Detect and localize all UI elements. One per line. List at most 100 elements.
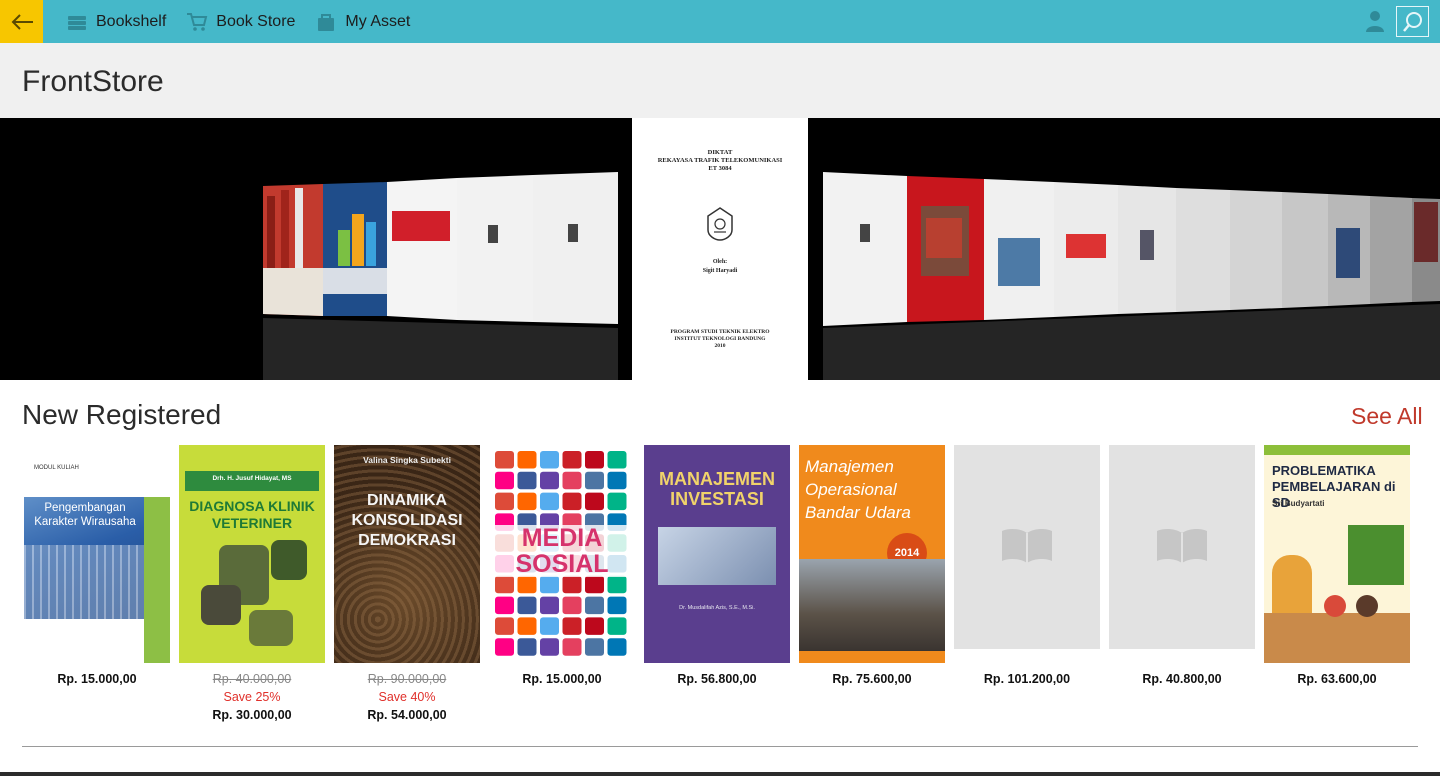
book-cover[interactable]: MEDIA SOSIAL bbox=[489, 445, 635, 663]
social-tile bbox=[540, 451, 559, 469]
social-tile bbox=[585, 451, 604, 469]
book-cover[interactable]: Drh. H. Jusuf Hidayat, MS DIAGNOSA KLINI… bbox=[179, 445, 325, 663]
price-block: Rp. 90.000,00 Save 40% Rp. 54.000,00 bbox=[334, 670, 480, 724]
search-icon bbox=[1402, 11, 1422, 32]
social-tile bbox=[585, 617, 604, 635]
social-tile bbox=[607, 451, 627, 469]
discount-label: Save 40% bbox=[378, 690, 436, 704]
search-button[interactable] bbox=[1396, 6, 1429, 37]
social-tile bbox=[562, 471, 582, 490]
book-cover[interactable]: Manajemen Operasional Bandar Udara 2014 bbox=[799, 445, 945, 663]
social-tile bbox=[517, 492, 537, 511]
cover-tag: Dr. Musdalifah Azis, S.E., M.Si. bbox=[679, 605, 755, 611]
price: Rp. 63.600,00 bbox=[1297, 672, 1377, 686]
social-tile bbox=[495, 575, 514, 594]
book-cover[interactable]: MANAJEMEN INVESTASI Dr. Musdalifah Azis,… bbox=[644, 445, 790, 663]
nav-book-store[interactable]: Book Store bbox=[184, 0, 295, 43]
price: Rp. 75.600,00 bbox=[832, 672, 912, 686]
price-block: Rp. 15.000,00 bbox=[24, 670, 170, 688]
cover-title: DINAMIKA KONSOLIDASI DEMOKRASI bbox=[351, 492, 463, 549]
social-tile bbox=[562, 638, 582, 656]
social-tile bbox=[562, 492, 582, 511]
cover-tag: Drh. H. Jusuf Hidayat, MS bbox=[212, 475, 292, 482]
see-all-link[interactable]: See All bbox=[1351, 403, 1423, 430]
page-header: FrontStore bbox=[0, 43, 1440, 118]
bottom-edge bbox=[0, 772, 1440, 776]
page-title: FrontStore bbox=[22, 65, 164, 98]
social-tile bbox=[495, 596, 514, 615]
featured-by: Oleh: bbox=[712, 259, 728, 265]
social-tile bbox=[540, 596, 559, 615]
top-bar: Bookshelf Book Store My Asset bbox=[0, 0, 1440, 43]
price-block: Rp. 75.600,00 bbox=[799, 670, 945, 688]
carousel-book[interactable] bbox=[533, 172, 618, 324]
social-tile bbox=[495, 451, 514, 469]
carousel-book[interactable] bbox=[457, 175, 533, 322]
nav-my-asset[interactable]: My Asset bbox=[313, 0, 410, 43]
price: Rp. 15.000,00 bbox=[57, 672, 137, 686]
cover-tag: Valina Singka Subekti bbox=[363, 455, 451, 465]
featured-carousel[interactable]: DIKTAT REKAYASA TRAFIK TELEKOMUNIKASI ET… bbox=[0, 118, 1440, 380]
bag-icon bbox=[313, 11, 339, 33]
social-tile bbox=[607, 638, 627, 656]
social-tile bbox=[585, 638, 604, 656]
social-tile bbox=[562, 596, 582, 615]
price: Rp. 15.000,00 bbox=[522, 672, 602, 686]
featured-title-line3: ET 3084 bbox=[708, 165, 732, 172]
nav-bookshelf[interactable]: Bookshelf bbox=[64, 0, 166, 43]
carousel-right-books bbox=[823, 172, 1440, 380]
price-block: Rp. 40.000,00 Save 25% Rp. 30.000,00 bbox=[179, 670, 325, 724]
book-placeholder-icon bbox=[1002, 528, 1052, 563]
social-tile bbox=[607, 617, 627, 635]
social-tile bbox=[562, 451, 582, 469]
cover-title: Manajemen Operasional Bandar Udara bbox=[805, 457, 911, 522]
book-cover[interactable]: Valina Singka Subekti DINAMIKA KONSOLIDA… bbox=[334, 445, 480, 663]
featured-author: Sigit Haryadi bbox=[702, 268, 738, 274]
social-tile bbox=[562, 575, 582, 594]
book-cover-placeholder[interactable] bbox=[1109, 445, 1255, 649]
social-tile bbox=[495, 638, 514, 656]
social-tile bbox=[562, 617, 582, 635]
social-tile bbox=[540, 617, 559, 635]
social-tile bbox=[585, 471, 604, 490]
price: Rp. 30.000,00 bbox=[212, 708, 292, 722]
cover-title: Pengembangan Karakter Wirausaha bbox=[34, 502, 136, 528]
social-tile bbox=[607, 492, 627, 511]
bookshelf-icon bbox=[64, 11, 90, 33]
carousel-left-books bbox=[263, 172, 618, 380]
featured-title-line2: REKAYASA TRAFIK TELEKOMUNIKASI bbox=[657, 157, 783, 164]
featured-book-cover[interactable]: DIKTAT REKAYASA TRAFIK TELEKOMUNIKASI ET… bbox=[632, 118, 808, 380]
social-tile bbox=[585, 596, 604, 615]
book-placeholder-icon bbox=[1157, 528, 1207, 563]
social-tile bbox=[517, 596, 537, 615]
carousel-book[interactable] bbox=[823, 172, 907, 326]
featured-footer1: PROGRAM STUDI TEKNIK ELEKTRO bbox=[670, 329, 770, 335]
social-tile bbox=[607, 596, 627, 615]
carousel-book[interactable] bbox=[387, 178, 457, 320]
social-tile bbox=[540, 575, 559, 594]
social-tile bbox=[540, 471, 559, 490]
featured-footer3: 2010 bbox=[714, 343, 726, 349]
price-block: Rp. 101.200,00 bbox=[954, 670, 1100, 688]
social-tile bbox=[517, 638, 537, 656]
social-tile bbox=[495, 492, 514, 511]
old-price: Rp. 40.000,00 bbox=[212, 672, 292, 686]
back-button[interactable] bbox=[0, 0, 43, 43]
arrow-left-icon bbox=[11, 13, 33, 30]
cover-title: MEDIA SOSIAL bbox=[495, 525, 629, 577]
user-icon[interactable] bbox=[1364, 9, 1386, 33]
book-cover[interactable]: PROBLEMATIKA PEMBELAJARAN di SD Sri Budy… bbox=[1264, 445, 1410, 663]
social-tile bbox=[517, 451, 537, 469]
nav-book-store-label: Book Store bbox=[216, 12, 296, 30]
book-cover-placeholder[interactable] bbox=[954, 445, 1100, 649]
social-tile bbox=[585, 575, 604, 594]
social-tile bbox=[607, 471, 627, 490]
social-tile bbox=[495, 617, 514, 635]
old-price: Rp. 90.000,00 bbox=[367, 672, 447, 686]
social-tile bbox=[540, 492, 559, 511]
book-cover[interactable]: MODUL KULIAH Pengembangan Karakter Wirau… bbox=[24, 445, 170, 663]
price-block: Rp. 40.800,00 bbox=[1109, 670, 1255, 688]
social-tile bbox=[517, 471, 537, 490]
cover-tag: Sri Budyartati bbox=[1272, 499, 1325, 508]
price: Rp. 101.200,00 bbox=[983, 672, 1071, 686]
